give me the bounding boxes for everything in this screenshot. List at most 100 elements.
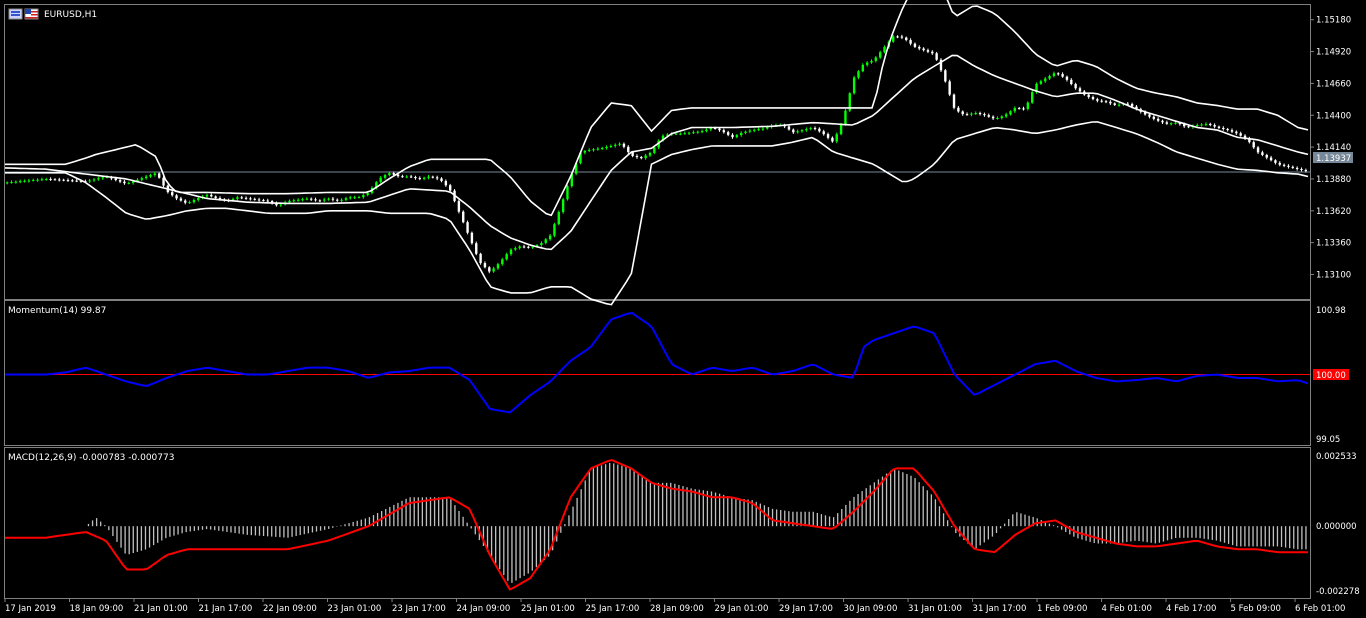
candle-body [149,175,152,177]
candle-body [1070,79,1073,85]
momentum-pane-title: Momentum(14) 99.87 [8,306,106,316]
momentum-pane[interactable] [4,300,1311,446]
time-tick-label: 21 Jan 17:00 [199,604,253,614]
candle-body [978,113,982,115]
candle-body [679,133,682,135]
candle-body [1265,154,1268,158]
macd-pane[interactable] [4,447,1311,599]
candle-body [1078,88,1082,92]
candle-body [1091,97,1095,100]
momentum-y-tick-label: 100.98 [1316,306,1346,316]
candle-body [470,232,474,244]
time-tick-label: 18 Jan 09:00 [70,604,124,614]
candle-body [1291,166,1294,168]
candle-body [1235,131,1238,134]
candle-body [1065,76,1069,80]
candle-body [157,173,161,178]
candle-body [1156,118,1160,121]
time-tick-label: 25 Jan 01:00 [521,604,575,614]
candle-body [1278,162,1281,165]
candle-body [1022,108,1025,110]
price-y-tick-label: 1.13620 [1316,207,1351,217]
candle-body [236,197,239,199]
candle-body [1044,78,1047,82]
momentum-level-label: 100.00 [1316,371,1346,381]
candle-body [127,182,130,184]
candle-body [1109,101,1112,104]
candle-body [800,130,804,132]
candle-body [1100,100,1103,102]
candle-body [952,94,956,108]
candle-body [414,177,417,179]
candle-body [366,192,369,195]
candle-body [210,194,213,197]
candle-body [835,134,838,142]
price-pane[interactable] [4,4,1311,300]
price-y-tick-label: 1.15180 [1316,16,1351,26]
macd-signal-line [5,458,1308,591]
candle-body [557,212,560,225]
candle-body [205,194,209,197]
candle-body [1213,125,1216,127]
time-tick-label: 29 Jan 01:00 [715,604,769,614]
candle-body [796,131,799,133]
time-tick-label: 5 Feb 09:00 [1231,604,1281,614]
candle-body [1113,103,1116,105]
candle-body [1217,126,1221,128]
trading-chart[interactable]: EURUSD,H1 Momentum(14) 99.87 MACD(12,26,… [0,0,1366,618]
time-tick-label: 23 Jan 17:00 [392,604,446,614]
price-y-tick-label: 1.13100 [1316,271,1351,281]
candle-body [844,110,847,125]
candle-body [527,246,530,248]
candle-body [596,148,600,150]
candle-body [1052,73,1056,76]
price-y-tick-label: 1.14920 [1316,48,1351,58]
candle-body [171,192,174,196]
price-y-tick-label: 1.13880 [1316,175,1351,185]
macd-y-tick-label: 0.002533 [1316,452,1357,462]
candle-body [787,126,791,130]
candle-body [683,133,686,135]
candle-body [249,198,252,200]
candle-body [1287,165,1290,167]
candle-body [687,132,691,134]
candle-body [175,195,178,199]
candle-body [987,115,990,117]
candle-body [1222,127,1225,130]
candle-body [440,178,443,182]
candle-body [310,198,313,200]
price-pane-title: EURUSD,H1 [44,10,97,20]
time-tick-label: 30 Jan 09:00 [844,604,898,614]
candle-body [97,178,100,180]
candle-body [509,249,513,255]
candle-body [1057,73,1060,75]
candle-body [1226,129,1229,131]
candle-body [831,137,834,142]
candle-body [323,199,326,201]
candle-body [622,143,626,147]
candle-body [974,113,977,115]
time-tick-label: 4 Feb 17:00 [1166,604,1216,614]
candle-body [405,176,408,178]
candle-body [296,199,300,201]
candle-body [1104,101,1108,103]
candle-body [822,131,825,135]
candle-body [614,144,617,146]
candle-body [1300,168,1303,171]
candle-body [23,180,26,182]
time-axis[interactable]: 17 Jan 2019 18 Jan 09:00 21 Jan 01:00 21 Ja… [4,599,1345,614]
bollinger-upper-line [5,0,1309,217]
candle-body [865,62,869,65]
candle-body [45,179,48,181]
candle-body [1269,157,1273,161]
candle-body [266,200,269,202]
candle-body [874,57,878,61]
candle-body [1096,99,1099,101]
candle-body [605,146,608,149]
time-tick-label: 22 Jan 09:00 [263,604,317,614]
candle-body [883,46,886,53]
macd-pane-title: MACD(12,26,9) -0.000783 -0.000773 [8,453,174,463]
candle-body [609,145,613,147]
candle-body [40,179,44,181]
candle-body [553,224,556,236]
